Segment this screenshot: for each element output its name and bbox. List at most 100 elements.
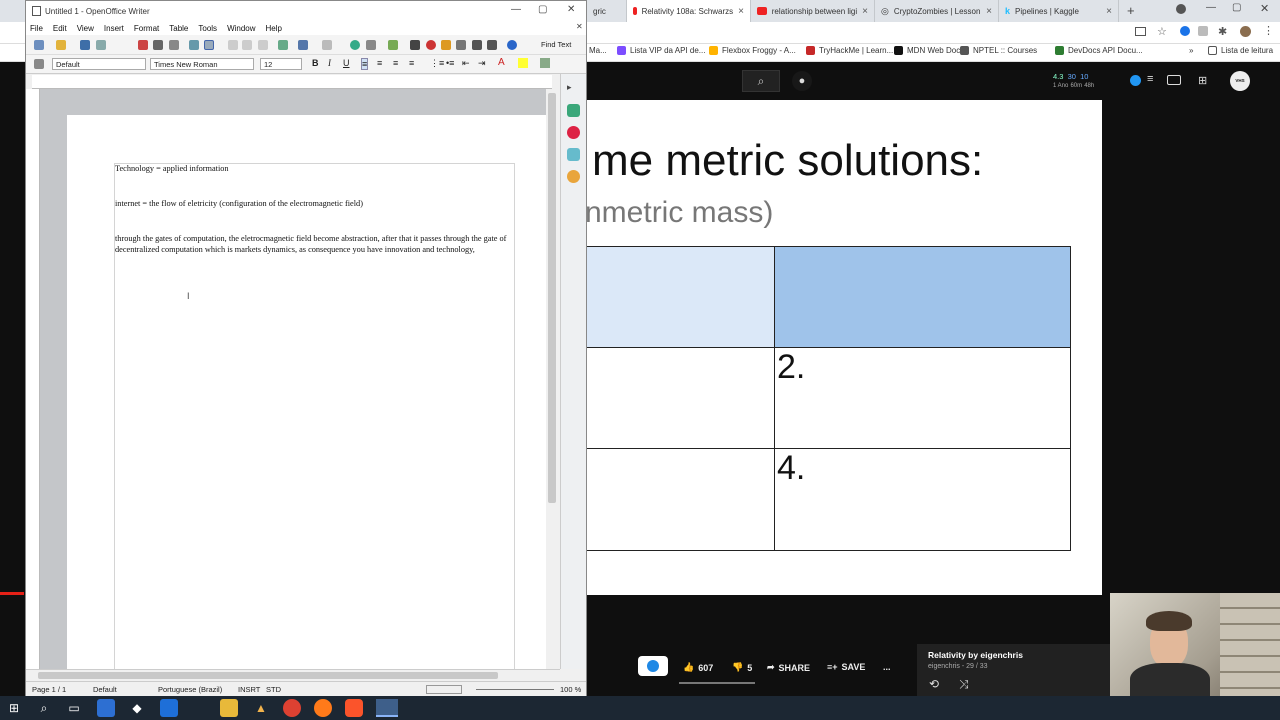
- find-text-label[interactable]: Find Text: [541, 40, 571, 49]
- scrollbar-thumb[interactable]: [548, 93, 556, 503]
- bookmark-item[interactable]: DevDocs API Docu...: [1055, 46, 1143, 55]
- close-icon[interactable]: ×: [862, 6, 868, 17]
- browser-tab[interactable]: ◎ CryptoZombies | Lesson ×: [875, 0, 999, 22]
- data-sources-icon[interactable]: [456, 40, 466, 50]
- gallery-icon[interactable]: [567, 148, 580, 161]
- menu-tools[interactable]: Tools: [198, 24, 217, 33]
- close-icon[interactable]: ✕: [567, 4, 575, 15]
- nonprinting-chars-icon[interactable]: [472, 40, 482, 50]
- styles-formatting-icon[interactable]: [34, 59, 44, 69]
- background-color-button[interactable]: [540, 58, 550, 68]
- windows-start-icon[interactable]: ⊞: [5, 699, 23, 717]
- task-view-icon[interactable]: ▭: [65, 699, 83, 717]
- save-button[interactable]: ≡+ SAVE: [827, 662, 865, 672]
- new-document-icon[interactable]: [34, 40, 44, 50]
- horizontal-ruler[interactable]: [32, 75, 552, 89]
- cut-icon[interactable]: [228, 40, 238, 50]
- browser-tab[interactable]: k Pipelines | Kaggle ×: [999, 0, 1119, 22]
- sidebar-menu-icon[interactable]: ▸: [567, 82, 572, 93]
- paragraph[interactable]: Technology = applied information: [115, 163, 517, 174]
- font-color-button[interactable]: A: [498, 57, 505, 68]
- star-icon[interactable]: ☆: [1157, 25, 1167, 38]
- view-layout-icon[interactable]: [426, 685, 462, 694]
- page-indicator[interactable]: Page 1 / 1: [32, 685, 66, 694]
- more-actions-button[interactable]: ...: [883, 662, 891, 672]
- vertical-scrollbar[interactable]: [546, 89, 558, 669]
- italic-button[interactable]: I: [328, 58, 331, 68]
- horizontal-scrollbar[interactable]: [26, 669, 560, 681]
- navigator-icon[interactable]: [567, 170, 580, 183]
- tab-search-icon[interactable]: [1176, 4, 1186, 14]
- new-tab-button[interactable]: +: [1127, 3, 1135, 18]
- zoom-slider[interactable]: [476, 689, 554, 690]
- menu-view[interactable]: View: [77, 24, 94, 33]
- brave-icon[interactable]: [345, 699, 363, 717]
- print-icon[interactable]: [153, 40, 163, 50]
- justify-button[interactable]: ≡: [409, 58, 414, 68]
- increase-indent-button[interactable]: ⇥: [478, 58, 486, 69]
- align-left-button[interactable]: ≡: [361, 58, 369, 70]
- bookmark-item[interactable]: Flexbox Froggy - A...: [709, 46, 796, 55]
- like-button[interactable]: 👍 607: [683, 662, 713, 673]
- copy-icon[interactable]: [242, 40, 252, 50]
- document-area[interactable]: Technology = applied information interne…: [40, 89, 550, 669]
- calculator-icon[interactable]: [97, 699, 115, 717]
- microphone-icon[interactable]: ●: [792, 71, 812, 91]
- document-page[interactable]: Technology = applied information interne…: [67, 115, 550, 669]
- app-icon[interactable]: ◆: [128, 699, 146, 717]
- vlc-icon[interactable]: ▲: [252, 699, 270, 717]
- minimize-icon[interactable]: —: [1206, 2, 1216, 13]
- autospellcheck-icon[interactable]: [204, 40, 214, 50]
- save-icon[interactable]: [80, 40, 90, 50]
- decrease-indent-button[interactable]: ⇤: [462, 58, 470, 69]
- navigator-icon[interactable]: [426, 40, 436, 50]
- align-center-button[interactable]: ≡: [377, 58, 382, 68]
- channel-avatar[interactable]: VHS CODE: [1230, 71, 1250, 91]
- maximize-icon[interactable]: ▢: [538, 4, 547, 15]
- extension-icon[interactable]: [1198, 26, 1208, 36]
- maximize-icon[interactable]: ▢: [1232, 2, 1241, 13]
- reading-list[interactable]: Lista de leitura: [1208, 46, 1273, 55]
- close-document-icon[interactable]: ✕: [576, 22, 583, 31]
- file-explorer-icon[interactable]: [220, 699, 238, 717]
- menu-window[interactable]: Window: [227, 24, 255, 33]
- clone-format-icon[interactable]: [278, 40, 288, 50]
- close-icon[interactable]: ×: [1106, 6, 1112, 17]
- openoffice-taskbar-icon[interactable]: [376, 699, 398, 717]
- paste-icon[interactable]: [258, 40, 268, 50]
- bold-button[interactable]: B: [312, 58, 319, 68]
- search-button[interactable]: ⌕: [742, 70, 780, 92]
- bookmark-item[interactable]: MDN Web Docs: [894, 46, 964, 55]
- close-window-icon[interactable]: ✕: [1260, 2, 1269, 15]
- print-preview-icon[interactable]: [169, 40, 179, 50]
- page-style[interactable]: Default: [93, 685, 117, 694]
- browser-tab-partial[interactable]: gric: [587, 0, 627, 22]
- menu-edit[interactable]: Edit: [53, 24, 67, 33]
- menu-table[interactable]: Table: [169, 24, 188, 33]
- gallery-icon[interactable]: [441, 40, 451, 50]
- highlight-button[interactable]: [518, 58, 528, 68]
- paragraph[interactable]: internet = the flow of eletricity (confi…: [115, 198, 517, 209]
- bookmark-item[interactable]: Ma...: [589, 46, 607, 55]
- bookmark-item[interactable]: NPTEL :: Courses: [960, 46, 1037, 55]
- firefox-icon[interactable]: [314, 699, 332, 717]
- queue-icon[interactable]: ≡: [1147, 73, 1153, 85]
- email-icon[interactable]: [96, 40, 106, 50]
- selection-mode[interactable]: STD: [266, 685, 281, 694]
- numbering-button[interactable]: ⋮≡: [430, 58, 444, 69]
- menu-file[interactable]: File: [30, 24, 43, 33]
- progress-bar-fill[interactable]: [0, 592, 24, 595]
- share-button[interactable]: ➦ SHARE: [767, 662, 810, 673]
- properties-icon[interactable]: [567, 104, 580, 117]
- language[interactable]: Portuguese (Brazil): [158, 685, 222, 694]
- store-icon[interactable]: [160, 699, 178, 717]
- vertical-ruler[interactable]: [26, 89, 40, 669]
- zoom-level[interactable]: 100 %: [560, 685, 581, 694]
- search-icon[interactable]: ⌕: [35, 699, 53, 717]
- insert-mode[interactable]: INSRT: [238, 685, 260, 694]
- dislike-button[interactable]: 👎 5: [732, 662, 752, 673]
- find-replace-icon[interactable]: [410, 40, 420, 50]
- show-draw-functions-icon[interactable]: [388, 40, 398, 50]
- paragraph-style-select[interactable]: Default: [52, 58, 146, 70]
- puzzle-icon[interactable]: ✱: [1218, 25, 1227, 38]
